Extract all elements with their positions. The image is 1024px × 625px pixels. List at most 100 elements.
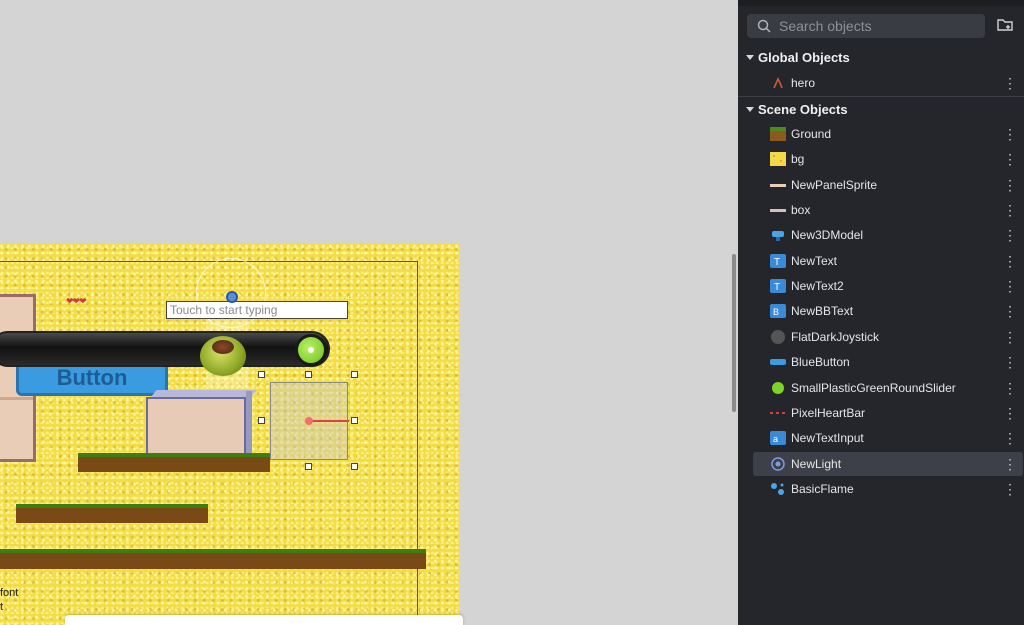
selected-light-bounds[interactable]: [270, 382, 349, 460]
more-options-icon[interactable]: ⋮: [1003, 379, 1017, 397]
object-name: NewLight: [791, 456, 842, 471]
more-options-icon[interactable]: ⋮: [1003, 226, 1017, 244]
text-icon: T: [770, 279, 786, 294]
ground-platform[interactable]: [0, 549, 426, 569]
blue-button[interactable]: Button: [16, 362, 168, 396]
object-name: Ground: [791, 127, 832, 141]
bbtext-icon: B: [770, 304, 786, 319]
particles-icon: [770, 482, 786, 496]
slider-track[interactable]: [0, 331, 330, 367]
bottom-dialog: [65, 615, 463, 625]
joystick-icon: [770, 329, 786, 344]
ground-platform[interactable]: [16, 504, 208, 523]
hero-sprite-icon: [770, 76, 786, 90]
object-name: hero: [791, 76, 816, 90]
more-options-icon[interactable]: ⋮: [1003, 302, 1017, 320]
more-options-icon[interactable]: ⋮: [1003, 74, 1017, 92]
object-name: NewText2: [791, 279, 844, 294]
svg-text:T: T: [774, 257, 780, 268]
more-options-icon[interactable]: ⋮: [1003, 252, 1017, 270]
light-icon[interactable]: [226, 291, 238, 303]
object-row-flatdarkjoystick[interactable]: FlatDarkJoystick ⋮: [753, 325, 1023, 349]
text-input[interactable]: Touch to start typing: [166, 301, 348, 319]
more-options-icon[interactable]: ⋮: [1003, 328, 1017, 346]
scene-canvas[interactable]: ❤❤❤ Button Touch to start typing font t: [0, 0, 738, 625]
more-options-icon[interactable]: ⋮: [1003, 125, 1017, 143]
object-row-pixelheartbar[interactable]: PixelHeartBar ⋮: [753, 401, 1023, 425]
object-name: NewBBText: [791, 304, 854, 319]
object-row-newtextinput[interactable]: a NewTextInput ⋮: [753, 426, 1023, 450]
box-side-face: [246, 391, 252, 455]
more-options-icon[interactable]: ⋮: [1003, 455, 1017, 473]
object-row-newtext[interactable]: T NewText ⋮: [753, 249, 1023, 273]
object-row-basicflame[interactable]: BasicFlame ⋮: [753, 477, 1023, 501]
object-name: New3DModel: [791, 228, 864, 243]
slider-thumb[interactable]: [295, 334, 327, 366]
global-objects-section[interactable]: Global Objects: [738, 47, 1024, 69]
button-icon: [770, 355, 786, 369]
game-scene[interactable]: ❤❤❤ Button Touch to start typing font t: [0, 244, 459, 625]
object-name: bg: [791, 152, 805, 167]
search-box[interactable]: [747, 14, 985, 38]
ground-tile-icon: [770, 127, 786, 141]
scene-objects-section[interactable]: Scene Objects: [738, 99, 1024, 121]
object-name: FlatDarkJoystick: [791, 329, 880, 344]
more-options-icon[interactable]: ⋮: [1003, 277, 1017, 295]
section-divider: [738, 96, 1024, 97]
scene-text[interactable]: font: [0, 587, 18, 599]
more-options-icon[interactable]: ⋮: [1003, 176, 1017, 194]
resize-handle[interactable]: [305, 463, 312, 470]
panel-header-strip: [738, 0, 1024, 6]
object-row-newtext2[interactable]: T NewText2 ⋮: [753, 274, 1023, 298]
add-folder-icon[interactable]: [996, 16, 1014, 34]
object-name: BlueButton: [791, 355, 850, 370]
object-row-new3dmodel[interactable]: New3DModel ⋮: [753, 223, 1023, 247]
object-name: BasicFlame: [791, 481, 854, 496]
object-row-bluebutton[interactable]: BlueButton ⋮: [753, 350, 1023, 374]
object-row-newlight[interactable]: NewLight ⋮: [753, 451, 1023, 476]
resize-handle[interactable]: [351, 463, 358, 470]
heart-bar-icon: [770, 406, 786, 420]
resize-handle[interactable]: [258, 371, 265, 378]
box-sprite[interactable]: [146, 397, 246, 457]
more-options-icon[interactable]: ⋮: [1003, 404, 1017, 422]
more-options-icon[interactable]: ⋮: [1003, 429, 1017, 447]
slider-thumb-dot: [308, 347, 314, 353]
text-icon: T: [770, 253, 786, 268]
ground-platform[interactable]: [78, 453, 270, 472]
resize-handle[interactable]: [351, 371, 358, 378]
svg-text:a: a: [773, 434, 778, 444]
chevron-down-icon: [746, 107, 754, 112]
object-row-ground[interactable]: Ground ⋮: [753, 122, 1023, 146]
bg-tile-icon: [770, 152, 786, 167]
object-name: box: [791, 203, 811, 218]
object-row-hero[interactable]: hero ⋮: [753, 71, 1023, 95]
svg-text:T: T: [774, 282, 780, 293]
pixel-heart-bar[interactable]: ❤❤❤: [66, 296, 87, 307]
search-input[interactable]: [779, 14, 979, 38]
resize-handle[interactable]: [305, 371, 312, 378]
box-sprite-icon: [770, 203, 786, 217]
avocado-3d-model[interactable]: [200, 330, 246, 380]
panel-seam: [0, 397, 33, 400]
canvas-scrollbar[interactable]: [732, 254, 736, 412]
more-options-icon[interactable]: ⋮: [1003, 150, 1017, 168]
light-direction-ray: [307, 420, 349, 422]
slider-icon: [770, 381, 786, 395]
more-options-icon[interactable]: ⋮: [1003, 353, 1017, 371]
scene-text[interactable]: t: [0, 601, 3, 613]
object-name: NewText: [791, 253, 838, 268]
resize-handle[interactable]: [258, 417, 265, 424]
more-options-icon[interactable]: ⋮: [1003, 480, 1017, 498]
object-row-smallplasticgreenroundslider[interactable]: SmallPlasticGreenRoundSlider ⋮: [753, 376, 1023, 400]
object-row-bg[interactable]: bg ⋮: [753, 147, 1023, 171]
svg-text:B: B: [773, 307, 779, 317]
object-name: PixelHeartBar: [791, 405, 866, 420]
resize-handle[interactable]: [351, 417, 358, 424]
object-row-box[interactable]: box ⋮: [753, 198, 1023, 222]
chevron-down-icon: [746, 55, 754, 60]
object-row-newbbtext[interactable]: B NewBBText ⋮: [753, 299, 1023, 323]
object-row-newpanelsprite[interactable]: NewPanelSprite ⋮: [753, 173, 1023, 197]
more-options-icon[interactable]: ⋮: [1003, 201, 1017, 219]
text-input-icon: a: [770, 431, 786, 446]
